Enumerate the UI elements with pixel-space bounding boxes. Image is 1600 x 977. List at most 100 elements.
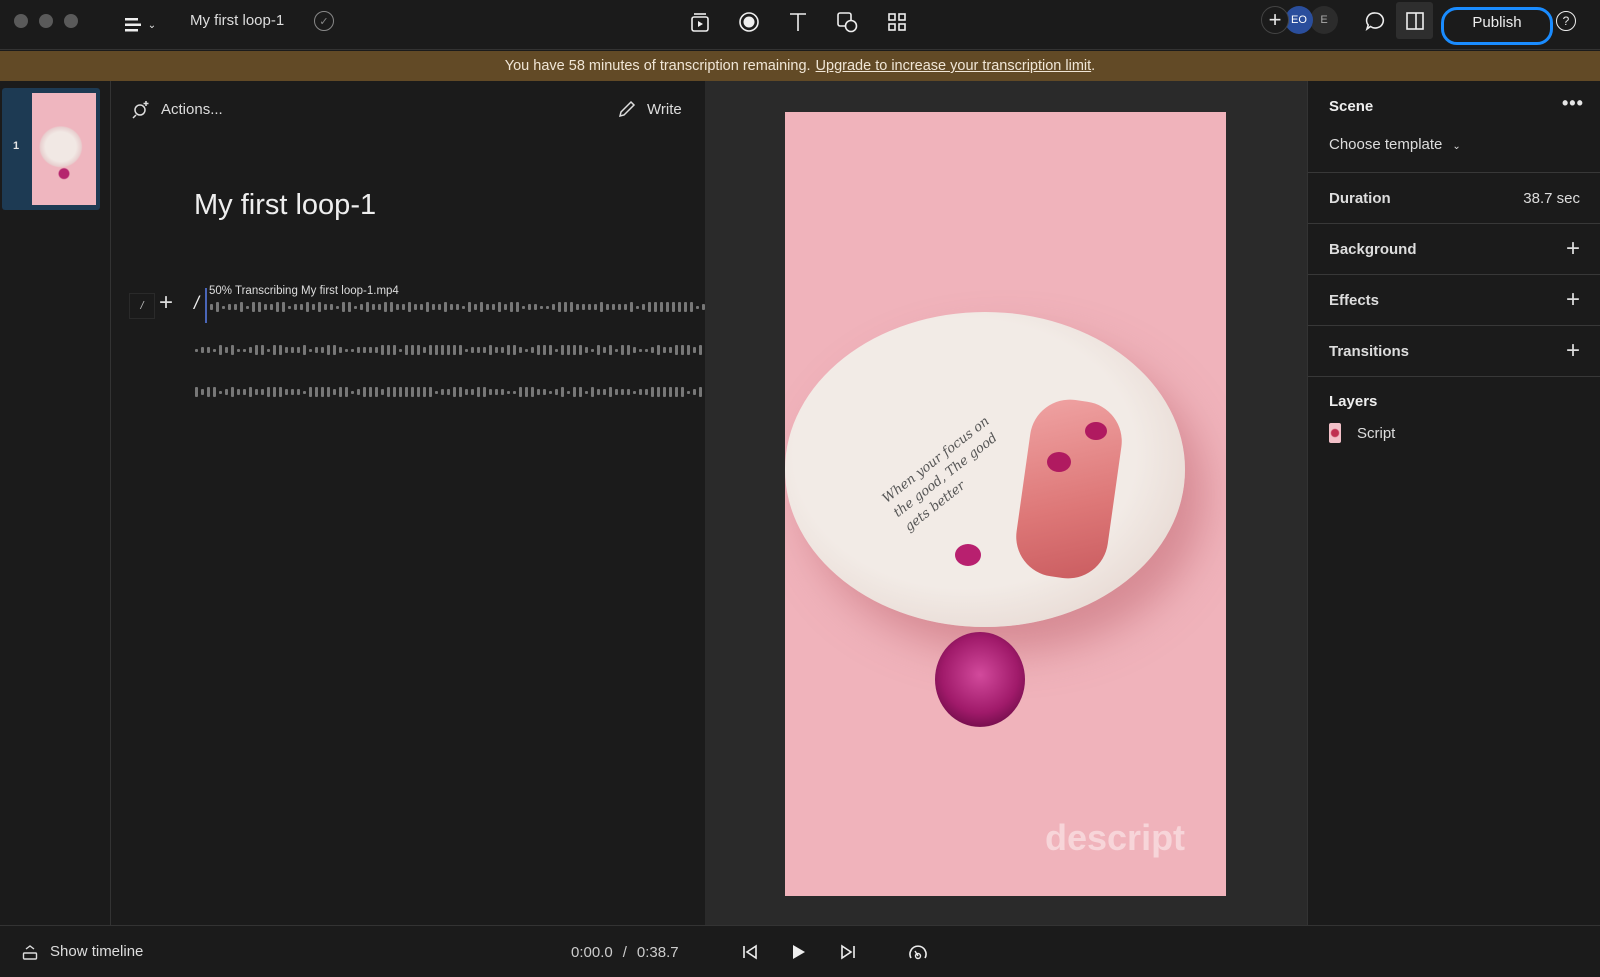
choose-template-dropdown[interactable]: Choose template ⌄ [1329, 136, 1461, 153]
text-icon [790, 13, 806, 31]
transitions-row[interactable]: Transitions + [1308, 325, 1600, 376]
elements-button[interactable] [885, 10, 909, 34]
menu-button[interactable]: ⌄ [120, 12, 160, 38]
waveform-bar [444, 302, 447, 312]
waveform-bar [591, 387, 594, 397]
play-button[interactable] [786, 940, 810, 964]
waveform-bar [561, 345, 564, 355]
skip-back-button[interactable] [738, 940, 762, 964]
waveform-bar [657, 387, 660, 397]
show-timeline-button[interactable]: Show timeline [22, 943, 143, 960]
waveform-bar [507, 345, 510, 355]
waveform-bar [294, 304, 297, 310]
waveform-bar [387, 345, 390, 355]
layer-item[interactable]: Script [1329, 423, 1395, 443]
waveform-bar [327, 345, 330, 355]
upgrade-link[interactable]: Upgrade to increase your transcription l… [816, 58, 1092, 74]
waveform-bar [564, 302, 567, 312]
waveform-bar [423, 347, 426, 353]
waveform-bar [597, 389, 600, 395]
waveform-bar [237, 348, 240, 352]
waveform-bar [258, 302, 261, 312]
waveform-bar [465, 389, 468, 395]
shapes-button[interactable] [835, 10, 859, 34]
waveform-bar [531, 347, 534, 353]
scene-button[interactable] [688, 10, 712, 34]
document-menu-icon [124, 18, 141, 32]
add-effect-icon[interactable]: + [1566, 286, 1580, 314]
close-window-button[interactable] [14, 14, 28, 28]
waveform-bar [219, 390, 222, 394]
waveform-bar [324, 304, 327, 310]
timeline-toggle-icon [22, 944, 38, 960]
waveform-bar [234, 304, 237, 310]
actions-button[interactable]: Actions... [131, 99, 223, 119]
publish-button[interactable]: Publish [1441, 7, 1553, 45]
toggle-panel-button[interactable] [1396, 2, 1433, 39]
write-button[interactable]: Write [617, 99, 682, 119]
waveform-bar [396, 304, 399, 310]
maximize-window-button[interactable] [64, 14, 78, 28]
waveform-bar [579, 387, 582, 397]
minimize-window-button[interactable] [39, 14, 53, 28]
avatar[interactable]: EO [1285, 6, 1313, 34]
waveform-bar [624, 304, 627, 310]
add-transition-icon[interactable]: + [1566, 337, 1580, 365]
transcription-banner: You have 58 minutes of transcription rem… [0, 51, 1600, 81]
waveform-bar [288, 305, 291, 309]
slash-text: / [194, 293, 200, 313]
waveform-bar [243, 348, 246, 352]
waveform-bar [249, 347, 252, 353]
waveform-bar [561, 387, 564, 397]
waveform-bar [657, 345, 660, 355]
waveform-bar [309, 387, 312, 397]
project-title[interactable]: My first loop-1 [190, 12, 284, 29]
waveform-bar [399, 387, 402, 397]
avatar[interactable]: E [1310, 6, 1338, 34]
add-background-icon[interactable]: + [1566, 235, 1580, 263]
add-block-button[interactable]: + [159, 289, 173, 317]
more-options-icon[interactable]: ••• [1562, 93, 1584, 114]
skip-forward-button[interactable] [836, 940, 860, 964]
waveform-bar [345, 348, 348, 352]
slash-command-button[interactable]: / [129, 293, 155, 319]
record-button[interactable] [737, 10, 761, 34]
video-frame[interactable]: When your focus on the good, The good ge… [785, 112, 1226, 896]
script-editor: Actions... Write My first loop-1 / + / 5… [111, 81, 816, 925]
waveform-bar [375, 347, 378, 353]
waveform-bar [675, 345, 678, 355]
waveform-bar [648, 302, 651, 312]
comments-button[interactable] [1362, 8, 1388, 34]
waveform-bar [315, 387, 318, 397]
waveform-bar [600, 302, 603, 312]
waveform-bar [420, 304, 423, 310]
waveform-bar [582, 304, 585, 310]
waveform-bar [261, 389, 264, 395]
waveform-bar [681, 387, 684, 397]
text-button[interactable] [786, 10, 810, 34]
background-row[interactable]: Background + [1308, 223, 1600, 274]
waveform-bar [519, 347, 522, 353]
duration-row[interactable]: Duration 38.7 sec [1308, 172, 1600, 223]
background-label: Background [1329, 240, 1417, 258]
effects-row[interactable]: Effects + [1308, 274, 1600, 325]
waveform-bar [627, 345, 630, 355]
invite-button[interactable]: + [1261, 6, 1289, 34]
playback-speed-button[interactable] [906, 940, 930, 964]
waveform-bar [357, 389, 360, 395]
waveform-bar [660, 302, 663, 312]
scene-thumbnail[interactable]: 1 [2, 88, 100, 210]
script-title[interactable]: My first loop-1 [194, 189, 376, 222]
banner-text: You have 58 minutes of transcription rem… [504, 58, 811, 74]
waveform-bar [501, 347, 504, 353]
waveform-bar [387, 387, 390, 397]
sidebar-panel-icon [1405, 11, 1424, 30]
waveform-bar [549, 390, 552, 394]
waveform-bar [303, 345, 306, 355]
help-icon[interactable]: ? [1556, 11, 1576, 31]
waveform-bar [417, 345, 420, 355]
waveform-bar [393, 345, 396, 355]
waveform-bar [381, 389, 384, 395]
waveform-bar [642, 304, 645, 310]
grid-icon [888, 13, 906, 31]
